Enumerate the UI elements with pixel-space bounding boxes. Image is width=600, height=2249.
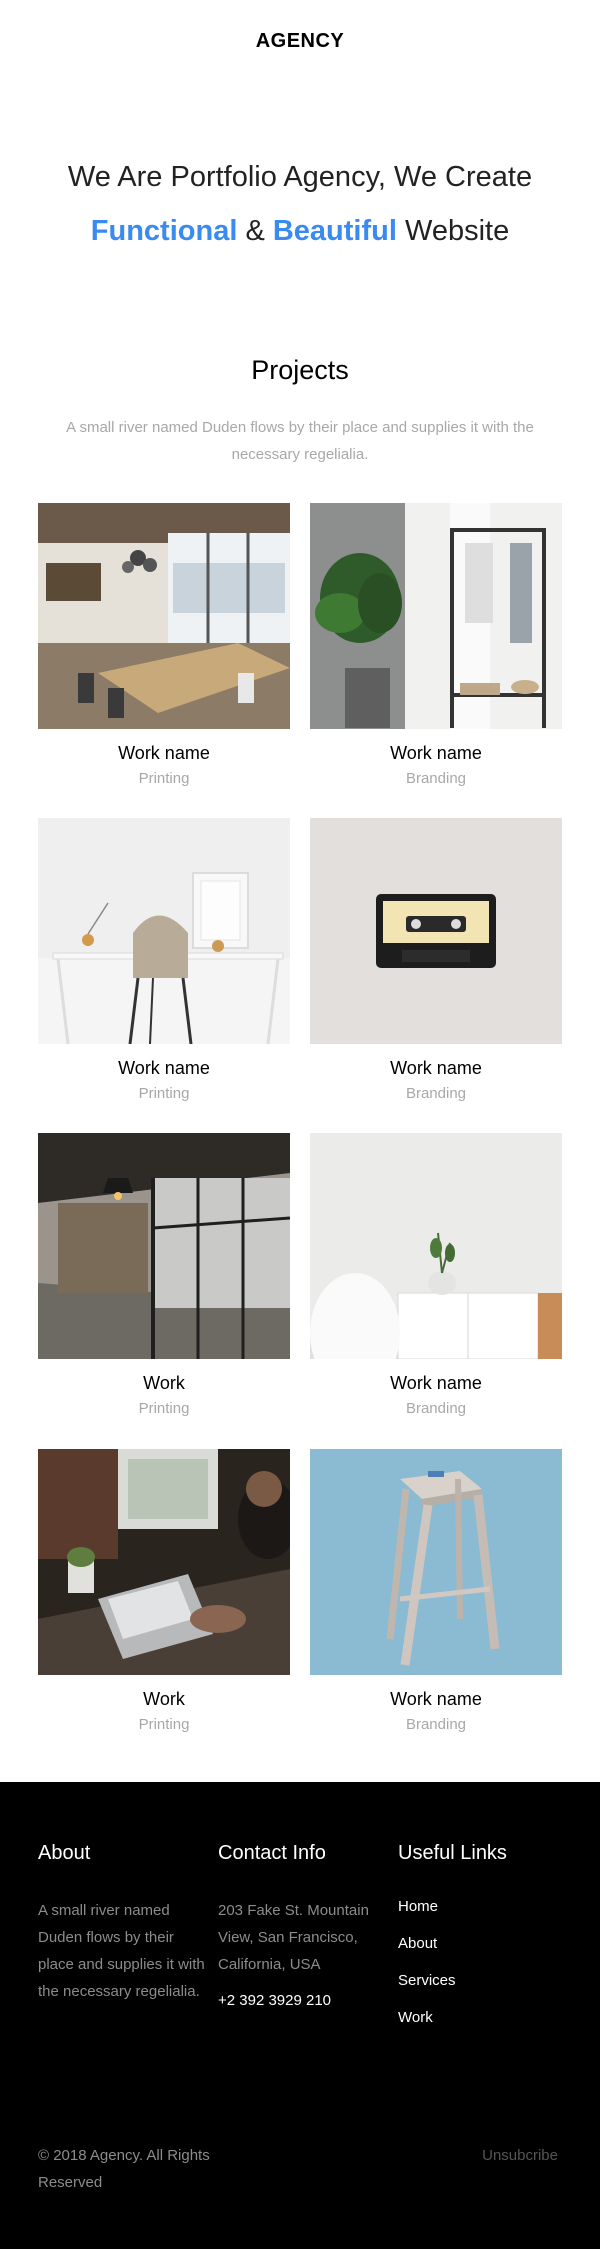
project-image-cabinet-plant[interactable] bbox=[310, 1133, 562, 1359]
project-card[interactable]: Work Printing bbox=[38, 1133, 290, 1417]
project-title[interactable]: Work name bbox=[38, 743, 290, 764]
project-card[interactable]: Work name Branding bbox=[310, 503, 562, 787]
project-category: Branding bbox=[405, 770, 467, 787]
project-image-wooden-stool[interactable] bbox=[310, 1449, 562, 1675]
footer-link-home[interactable]: Home bbox=[398, 1897, 568, 1916]
project-card[interactable]: Work name Branding bbox=[310, 1133, 562, 1417]
footer-about-text: A small river named Duden flows by their… bbox=[38, 1902, 205, 2000]
hero-line-1: We Are Portfolio Agency, We Create bbox=[67, 161, 533, 193]
project-card[interactable]: Work name Printing bbox=[38, 818, 290, 1102]
footer-contact-address: 203 Fake St. Mountain View, San Francisc… bbox=[218, 1902, 369, 1973]
footer-copyright: © 2018 Agency. All Rights Reserved bbox=[38, 2147, 210, 2191]
hero-line-2: Functional & Beautiful Website bbox=[0, 204, 600, 258]
footer-contact-heading: Contact Info bbox=[218, 1842, 326, 1864]
project-image-desk-chair[interactable] bbox=[38, 818, 290, 1044]
project-card[interactable]: Work Printing bbox=[38, 1449, 290, 1733]
project-card[interactable]: Work name Branding bbox=[310, 1449, 562, 1733]
project-title[interactable]: Work name bbox=[310, 1058, 562, 1079]
project-category: Printing bbox=[138, 1716, 190, 1733]
projects-description: A small river named Duden flows by their… bbox=[66, 419, 534, 463]
footer-contact: Contact Info 203 Fake St. Mountain View,… bbox=[218, 1842, 388, 2014]
project-image-glass-office[interactable] bbox=[38, 1133, 290, 1359]
project-title[interactable]: Work name bbox=[310, 1373, 562, 1394]
project-card[interactable]: Work name Printing bbox=[38, 503, 290, 787]
project-title[interactable]: Work bbox=[38, 1689, 290, 1710]
unsubscribe-link[interactable]: Unsubcribe bbox=[482, 2142, 558, 2169]
project-title[interactable]: Work bbox=[38, 1373, 290, 1394]
hero-word-website: Website bbox=[404, 215, 510, 247]
footer-link-work[interactable]: Work bbox=[398, 2008, 568, 2027]
project-card[interactable]: Work name Branding bbox=[310, 818, 562, 1102]
brand-logo[interactable]: AGENCY bbox=[0, 30, 600, 53]
footer: About A small river named Duden flows by… bbox=[0, 1782, 600, 2249]
project-image-laptop-workspace[interactable] bbox=[38, 1449, 290, 1675]
hero-word-functional: Functional bbox=[90, 215, 238, 247]
project-category: Branding bbox=[405, 1085, 467, 1102]
footer-links: Useful Links Home About Services Work bbox=[398, 1842, 568, 2045]
project-category: Printing bbox=[138, 1400, 190, 1417]
project-image-office-meeting-room[interactable] bbox=[38, 503, 290, 729]
footer-links-heading: Useful Links bbox=[398, 1842, 507, 1864]
hero-ampersand: & bbox=[245, 215, 265, 247]
project-image-cassette-tape[interactable] bbox=[310, 818, 562, 1044]
hero-word-beautiful: Beautiful bbox=[272, 215, 397, 247]
project-category: Printing bbox=[138, 1085, 190, 1102]
projects-title: Projects bbox=[251, 355, 349, 385]
hero-heading: We Are Portfolio Agency, We Create Funct… bbox=[0, 150, 600, 258]
project-category: Printing bbox=[138, 770, 190, 787]
footer-link-services[interactable]: Services bbox=[398, 1971, 568, 1990]
project-image-clothes-rack-plant[interactable] bbox=[310, 503, 562, 729]
project-title[interactable]: Work name bbox=[310, 1689, 562, 1710]
footer-about: About A small river named Duden flows by… bbox=[38, 1842, 208, 2005]
project-category: Branding bbox=[405, 1716, 467, 1733]
project-title[interactable]: Work name bbox=[310, 743, 562, 764]
footer-about-heading: About bbox=[38, 1842, 91, 1864]
project-title[interactable]: Work name bbox=[38, 1058, 290, 1079]
project-category: Branding bbox=[405, 1400, 467, 1417]
footer-link-about[interactable]: About bbox=[398, 1934, 568, 1953]
footer-contact-phone[interactable]: +2 392 3929 210 bbox=[218, 1987, 388, 2014]
